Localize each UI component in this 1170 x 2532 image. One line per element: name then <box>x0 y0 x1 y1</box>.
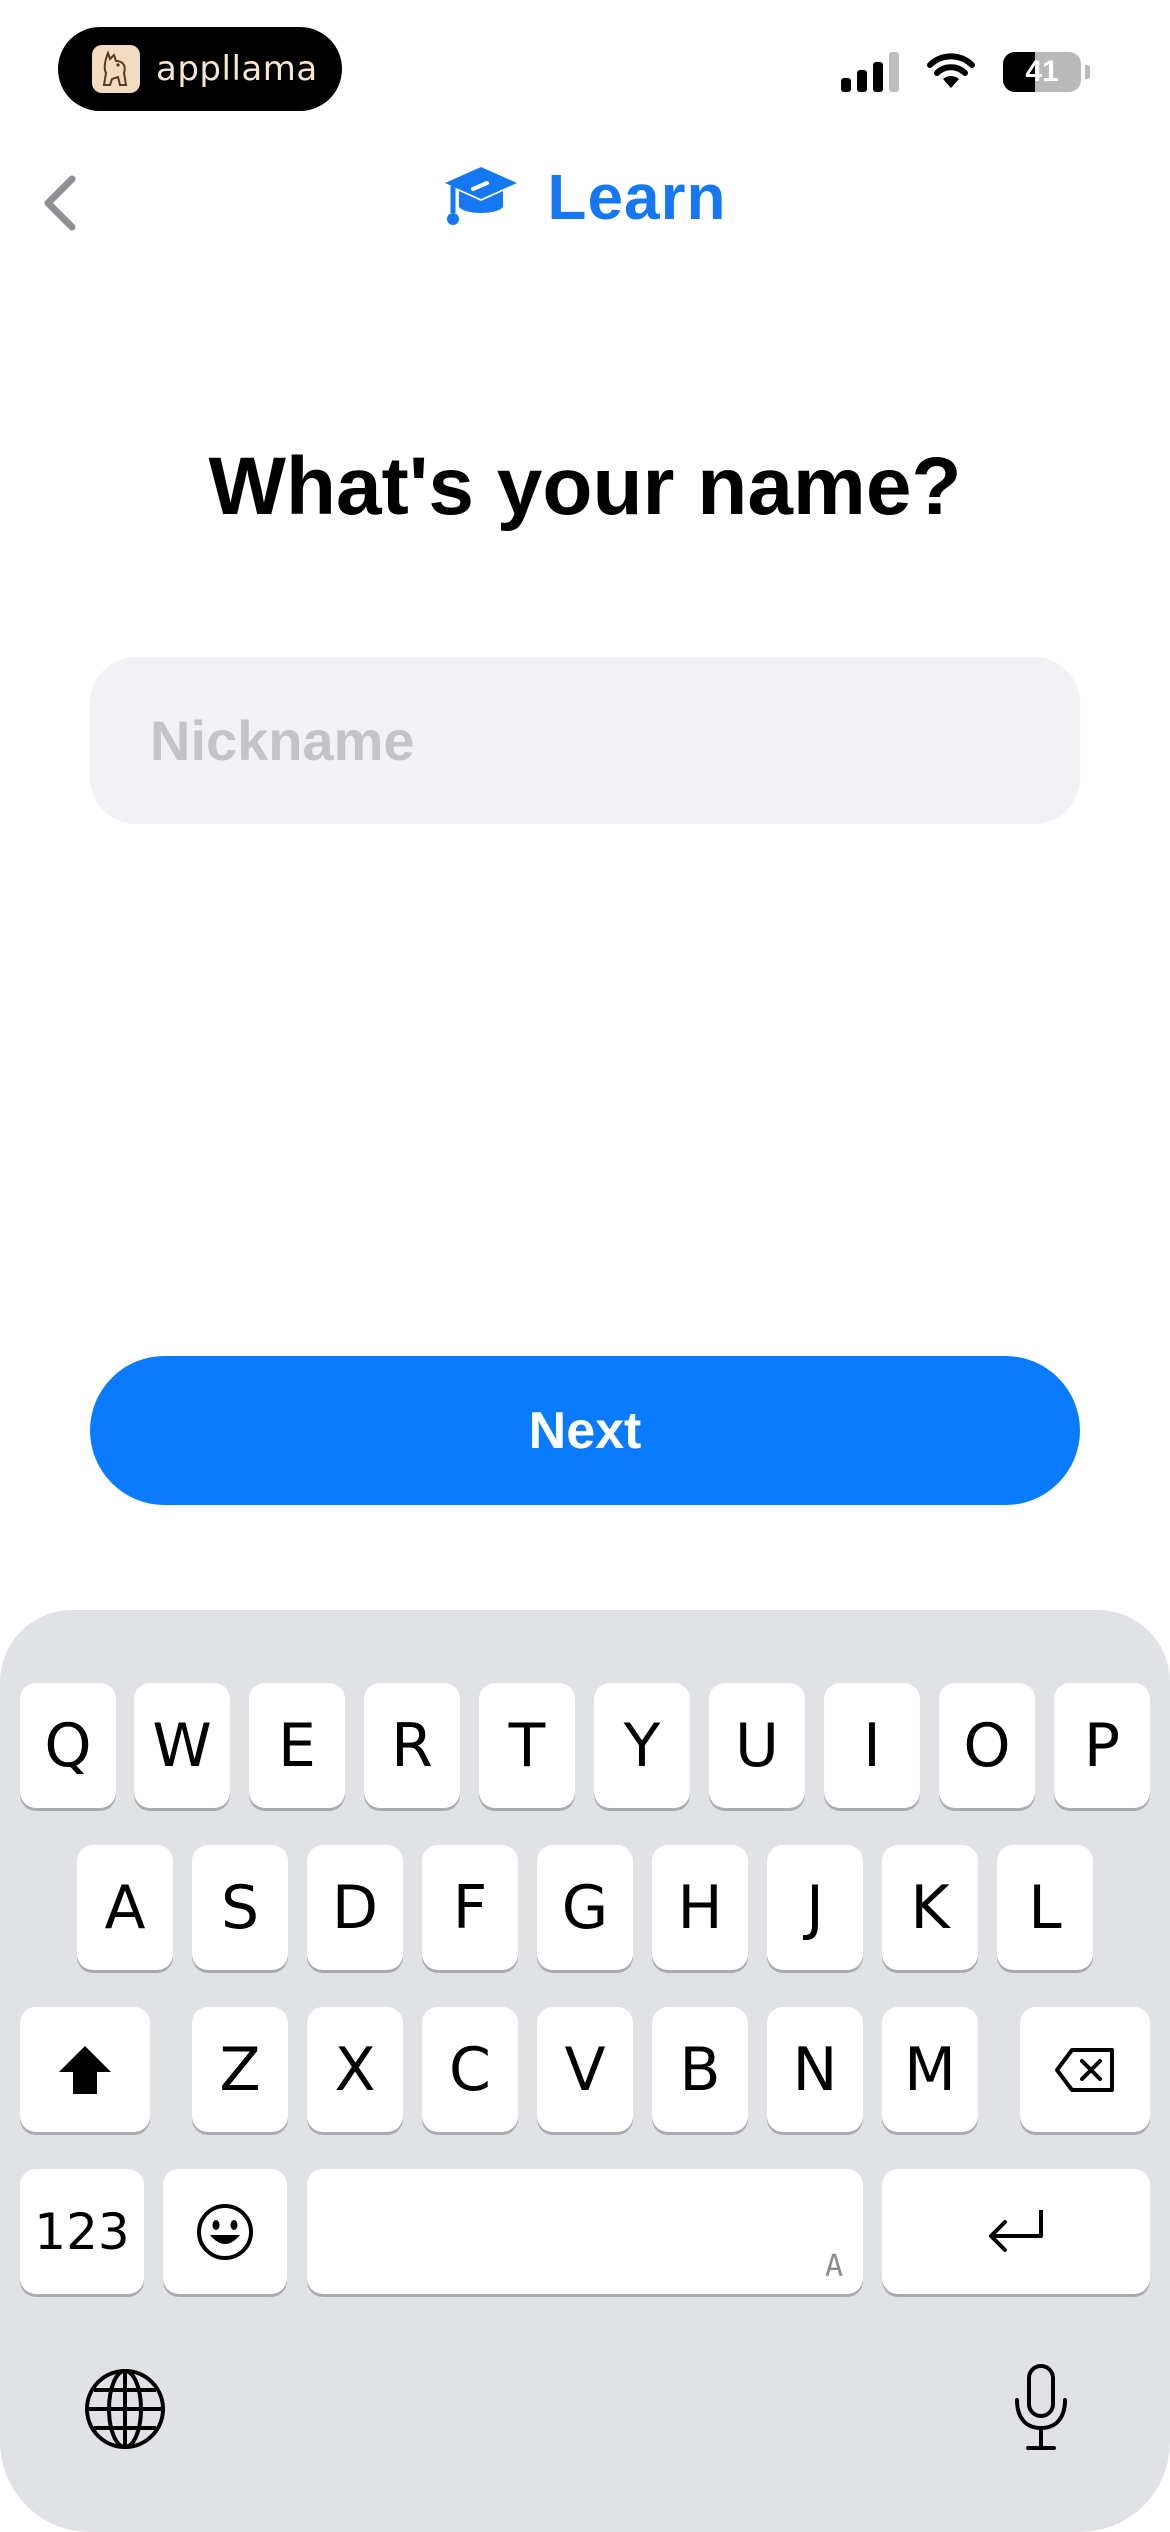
key-w[interactable]: W <box>134 1683 230 1808</box>
wifi-icon <box>927 53 975 88</box>
key-n[interactable]: N <box>767 2007 863 2132</box>
key-j[interactable]: J <box>767 1845 863 1970</box>
key-o[interactable]: O <box>939 1683 1035 1808</box>
key-z[interactable]: Z <box>192 2007 288 2132</box>
key-v[interactable]: V <box>537 2007 633 2132</box>
key-i[interactable]: I <box>824 1683 920 1808</box>
battery-level-text: 41 <box>1025 55 1059 88</box>
key-e[interactable]: E <box>249 1683 345 1808</box>
key-h[interactable]: H <box>652 1845 748 1970</box>
delete-key[interactable] <box>1020 2007 1150 2132</box>
globe-button[interactable] <box>82 2366 168 2457</box>
next-button[interactable]: Next <box>90 1356 1080 1505</box>
battery-indicator: 41 <box>1003 52 1081 92</box>
nickname-input[interactable] <box>90 657 1080 824</box>
overlay-brand-text: appllama <box>156 49 318 89</box>
numbers-key[interactable]: 123 <box>20 2169 144 2294</box>
shift-icon <box>59 2045 111 2094</box>
key-q[interactable]: Q <box>20 1683 116 1808</box>
emoji-icon <box>197 2203 253 2260</box>
microphone-icon <box>1015 2364 1067 2450</box>
key-u[interactable]: U <box>709 1683 805 1808</box>
key-k[interactable]: K <box>882 1845 978 1970</box>
graduation-cap-icon <box>445 167 518 225</box>
app-logo: Learn <box>0 160 1170 234</box>
key-l[interactable]: L <box>997 1845 1093 1970</box>
key-x[interactable]: X <box>307 2007 403 2132</box>
key-b[interactable]: B <box>652 2007 748 2132</box>
globe-icon <box>85 2369 165 2449</box>
app-title: Learn <box>547 161 727 233</box>
space-key-hint: A <box>824 2249 843 2284</box>
return-key[interactable] <box>882 2169 1150 2294</box>
key-c[interactable]: C <box>422 2007 518 2132</box>
key-a[interactable]: A <box>77 1845 173 1970</box>
space-key[interactable]: A <box>307 2169 863 2294</box>
key-d[interactable]: D <box>307 1845 403 1970</box>
key-m[interactable]: M <box>882 2007 978 2132</box>
key-s[interactable]: S <box>192 1845 288 1970</box>
key-t[interactable]: T <box>479 1683 575 1808</box>
emoji-key[interactable] <box>163 2169 287 2294</box>
delete-icon <box>1055 2047 1114 2092</box>
shift-key[interactable] <box>20 2007 150 2132</box>
battery-tip <box>1085 65 1090 79</box>
key-p[interactable]: P <box>1054 1683 1150 1808</box>
page-title: What's your name? <box>208 441 962 532</box>
key-f[interactable]: F <box>422 1845 518 1970</box>
screen: appllama 41 Learn What's your name? Nick… <box>0 0 1170 2532</box>
key-y[interactable]: Y <box>594 1683 690 1808</box>
key-g[interactable]: G <box>537 1845 633 1970</box>
llama-logo-icon <box>92 45 140 93</box>
key-r[interactable]: R <box>364 1683 460 1808</box>
app-overlay-pill: appllama <box>58 27 342 111</box>
return-icon <box>989 2209 1043 2252</box>
dictation-button[interactable] <box>1010 2362 1072 2459</box>
status-icons: 41 <box>841 52 1090 92</box>
cellular-signal-icon <box>841 52 899 92</box>
